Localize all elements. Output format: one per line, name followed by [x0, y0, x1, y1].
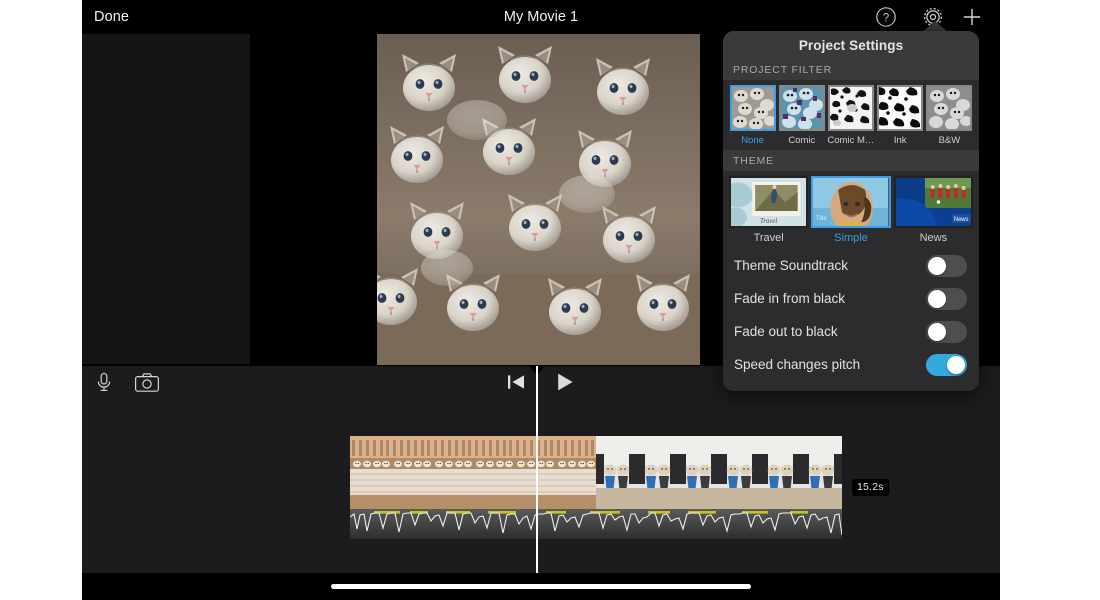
popover-title: Project Settings	[798, 37, 904, 53]
play-button[interactable]	[555, 372, 575, 392]
setting-label-theme-soundtrack: Theme Soundtrack	[734, 258, 849, 273]
home-indicator-area	[82, 573, 1000, 600]
theme-preview-simple: Title	[813, 178, 889, 226]
project-filter-section-header: PROJECT FILTER	[723, 59, 979, 80]
popover-header: Project Settings	[723, 31, 979, 59]
clip-duration-badge: 15.2s	[852, 479, 889, 496]
setting-label-fade-out-to-black: Fade out to black	[734, 324, 838, 339]
audio-waveform[interactable]	[350, 509, 842, 539]
filter-thumbnail-bw	[926, 85, 973, 131]
theme-option-news[interactable]: News News	[893, 176, 973, 249]
filter-thumbnail-none	[729, 85, 776, 131]
svg-text:Title: Title	[816, 216, 827, 222]
theme-thumbnail-travel: Travel	[729, 176, 809, 228]
svg-text:News: News	[954, 217, 968, 223]
filter-preview-ink	[879, 87, 922, 129]
add-media-button[interactable]	[959, 4, 985, 30]
toggle-knob	[928, 256, 946, 275]
record-voiceover-button[interactable]	[93, 371, 115, 393]
theme-label-news: News	[919, 232, 948, 244]
setting-row-theme-soundtrack[interactable]: Theme Soundtrack	[723, 249, 979, 282]
thumbnails	[350, 436, 842, 509]
toggle-knob	[928, 322, 946, 341]
camera-icon	[135, 373, 159, 392]
skip-to-start-icon	[508, 375, 524, 389]
toggle-fade-in-from-black[interactable]	[926, 287, 967, 310]
filter-preview-comic-mono	[830, 87, 872, 129]
filter-thumbnail-comic-mono	[828, 85, 874, 131]
theme-option-travel[interactable]: Travel Travel	[729, 176, 809, 249]
theme-header-label: THEME	[733, 154, 774, 167]
toggle-fade-out-to-black[interactable]	[926, 320, 967, 343]
screenshot-root: Done My Movie 1 ? 15.2s Project Settings…	[0, 0, 1100, 600]
popover-bottom-padding	[723, 381, 979, 391]
theme-preview-news: News	[895, 178, 971, 226]
project-filter-header-label: PROJECT FILTER	[733, 63, 833, 76]
filter-thumbnail-ink	[877, 85, 924, 131]
theme-option-simple[interactable]: Title Simple	[811, 176, 891, 249]
plus-icon	[963, 8, 981, 26]
filter-label-comic-mono: Comic Mono	[827, 135, 874, 146]
play-icon	[558, 373, 573, 391]
device-screen: Done My Movie 1 ? 15.2s Project Settings…	[82, 0, 1000, 600]
svg-text:Travel: Travel	[760, 218, 777, 225]
microphone-icon	[97, 372, 111, 391]
theme-preview-travel: Travel	[731, 178, 807, 226]
toggle-theme-soundtrack[interactable]	[926, 254, 967, 277]
home-indicator[interactable]	[331, 584, 751, 589]
svg-text:?: ?	[883, 12, 889, 24]
waveform-path	[350, 511, 842, 536]
question-mark-circle-icon: ?	[876, 7, 896, 27]
media-library-panel[interactable]	[82, 34, 250, 364]
timeline-area[interactable]: 15.2s	[82, 398, 1000, 573]
filter-label-ink: Ink	[893, 135, 907, 146]
preview-frame-kittens	[377, 34, 700, 365]
filter-label-comic: Comic	[788, 135, 816, 146]
setting-row-speed-changes-pitch[interactable]: Speed changes pitch	[723, 348, 979, 381]
filter-option-comic[interactable]: Comic	[778, 85, 825, 150]
capture-photo-button[interactable]	[134, 372, 160, 394]
setting-row-fade-out-to-black[interactable]: Fade out to black	[723, 315, 979, 348]
theme-label-simple: Simple	[834, 232, 868, 244]
filter-label-none: None	[741, 135, 764, 146]
filter-option-bw[interactable]: B&W	[926, 85, 973, 150]
theme-thumbnail-simple: Title	[811, 176, 891, 228]
help-button[interactable]: ?	[873, 4, 899, 30]
filter-thumbnail-comic	[778, 85, 825, 131]
toggle-knob	[947, 355, 965, 374]
theme-section-header: THEME	[723, 150, 979, 171]
filter-option-ink[interactable]: Ink	[877, 85, 924, 150]
setting-label-speed-changes-pitch: Speed changes pitch	[734, 357, 861, 372]
clip-thumbnail-strip[interactable]	[350, 436, 842, 509]
project-filter-list: None Comic Comic Mo Ink B&W	[723, 80, 979, 150]
timeline-clip-group[interactable]	[350, 436, 842, 539]
theme-label-travel: Travel	[753, 232, 784, 244]
filter-option-comic-mono[interactable]: Comic Mono	[827, 85, 875, 150]
filter-label-bw: B&W	[938, 135, 961, 146]
filter-option-none[interactable]: None	[729, 85, 776, 150]
theme-list: Travel Travel Title Simple News News	[723, 171, 979, 249]
filter-preview-none	[731, 87, 774, 129]
toggle-speed-changes-pitch[interactable]	[926, 353, 967, 376]
skip-to-start-button[interactable]	[507, 373, 526, 391]
setting-label-fade-in-from-black: Fade in from black	[734, 291, 846, 306]
top-navigation-bar: Done My Movie 1 ?	[82, 0, 1000, 34]
project-settings-popover: Project Settings PROJECT FILTER None Com…	[723, 31, 979, 391]
theme-thumbnail-news: News	[893, 176, 973, 228]
filter-preview-bw	[928, 87, 971, 129]
filter-preview-comic	[780, 87, 823, 129]
toggle-knob	[928, 289, 946, 308]
playhead-line[interactable]	[536, 366, 538, 574]
video-preview-viewer[interactable]	[377, 34, 700, 365]
setting-row-fade-in-from-black[interactable]: Fade in from black	[723, 282, 979, 315]
page-title: My Movie 1	[503, 9, 579, 25]
